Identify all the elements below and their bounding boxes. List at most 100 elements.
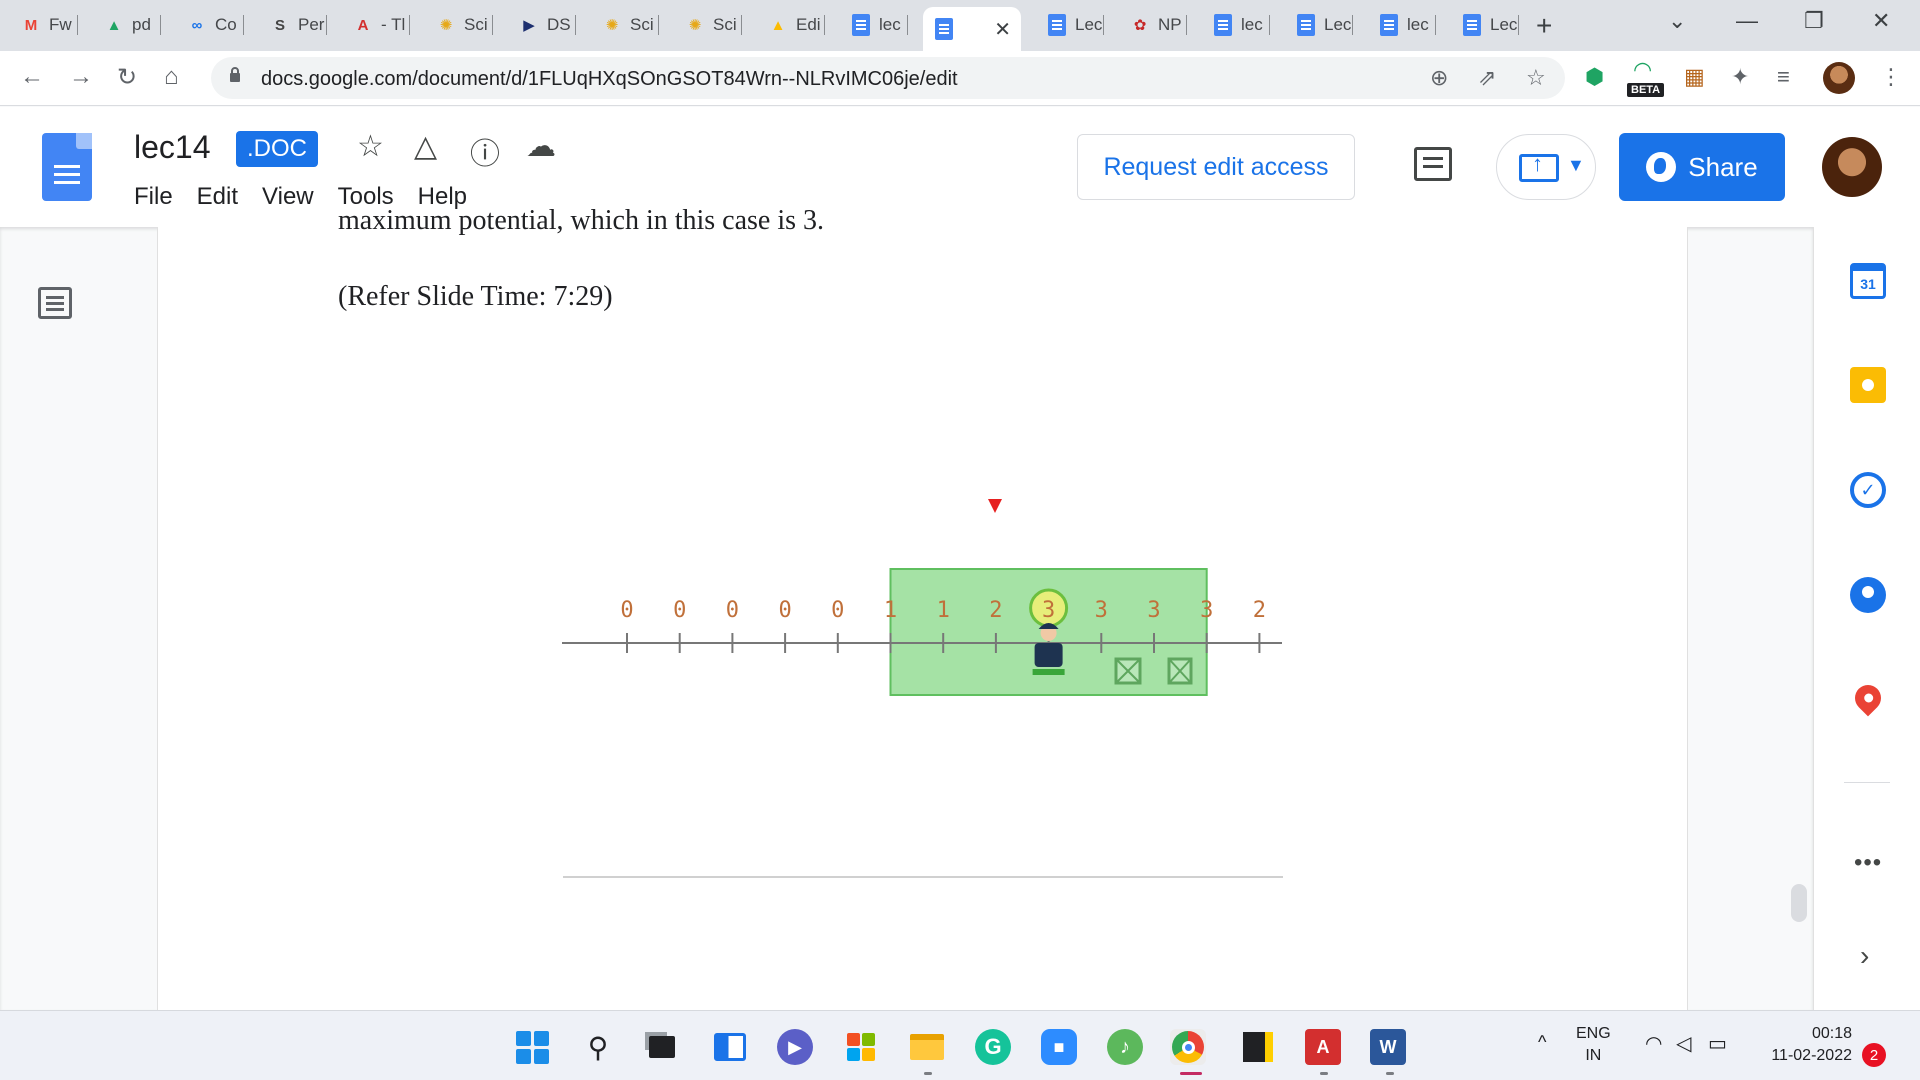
contacts-icon[interactable] bbox=[1850, 577, 1886, 613]
share-page-icon[interactable]: ⇗ bbox=[1478, 65, 1496, 91]
task-view-icon[interactable] bbox=[644, 1029, 680, 1065]
extension-green-icon[interactable]: ⬢ bbox=[1585, 64, 1604, 90]
document-page[interactable]: maximum potential, which in this case is… bbox=[157, 205, 1688, 1010]
document-outline-icon[interactable] bbox=[38, 287, 72, 319]
minimize-icon[interactable]: — bbox=[1736, 8, 1758, 34]
browser-tab[interactable]: ✺ Sci bbox=[674, 8, 742, 42]
grammarly-icon[interactable]: G bbox=[975, 1029, 1011, 1065]
tasks-icon[interactable]: ✓ bbox=[1850, 472, 1886, 508]
tab-label: Sci bbox=[630, 15, 654, 34]
browser-tab[interactable]: lec bbox=[840, 8, 908, 42]
restore-icon[interactable]: ❐ bbox=[1804, 8, 1824, 34]
language-indicator[interactable]: ENG IN bbox=[1576, 1023, 1611, 1067]
lock-icon[interactable] bbox=[229, 67, 241, 82]
calendar-icon[interactable]: 31 bbox=[1850, 263, 1886, 299]
address-bar[interactable]: docs.google.com/document/d/1FLUqHXqSOnGS… bbox=[211, 57, 1565, 99]
browser-tab[interactable]: lec bbox=[1202, 8, 1270, 42]
present-button[interactable]: ▼ bbox=[1496, 134, 1596, 200]
browser-tab[interactable]: ✿ NP bbox=[1119, 8, 1187, 42]
browser-tab[interactable]: A - Tl bbox=[342, 8, 410, 42]
account-avatar[interactable] bbox=[1822, 137, 1882, 197]
menu-file[interactable]: File bbox=[134, 183, 173, 211]
chrome-menu-icon[interactable]: ⋮ bbox=[1880, 64, 1902, 90]
docs-header: lec14 .DOC ☆ △ ⓘ ☁ File Edit View Tools … bbox=[0, 107, 1920, 227]
close-tab-icon[interactable]: ✕ bbox=[994, 17, 1011, 42]
file-explorer-icon[interactable] bbox=[909, 1029, 945, 1065]
browser-tab[interactable]: ∞ Co bbox=[176, 8, 244, 42]
tab-search-icon[interactable]: ⌄ bbox=[1668, 8, 1686, 34]
extension-beta-icon[interactable]: ◠ bbox=[1633, 57, 1652, 83]
app-leaf-icon[interactable]: ♪ bbox=[1107, 1029, 1143, 1065]
reload-icon[interactable]: ↻ bbox=[117, 63, 137, 92]
star-icon[interactable]: ☆ bbox=[357, 129, 384, 164]
sticky-notes-icon[interactable] bbox=[1240, 1029, 1276, 1065]
battery-icon[interactable]: ▭ bbox=[1708, 1033, 1727, 1055]
more-icon[interactable]: ••• bbox=[1854, 849, 1882, 877]
browser-tab[interactable]: M Fw bbox=[10, 8, 78, 42]
chevron-right-icon[interactable]: › bbox=[1860, 940, 1869, 972]
browser-tab[interactable]: ▲ pd bbox=[93, 8, 161, 42]
axis-number: 3 bbox=[1147, 598, 1160, 623]
browser-tab[interactable]: lec bbox=[1368, 8, 1436, 42]
refer-slide-time: (Refer Slide Time: 7:29) bbox=[338, 281, 613, 312]
scrollbar-thumb[interactable] bbox=[1791, 884, 1807, 922]
menu-view[interactable]: View bbox=[262, 183, 314, 211]
bookmark-star-icon[interactable]: ☆ bbox=[1526, 65, 1546, 91]
browser-profile-avatar[interactable] bbox=[1823, 62, 1855, 94]
media-control-icon[interactable]: ≡ bbox=[1777, 64, 1790, 90]
browser-tab[interactable]: Lec bbox=[1036, 8, 1104, 42]
back-icon[interactable]: ← bbox=[20, 63, 44, 91]
browser-tab[interactable]: S Per bbox=[259, 8, 327, 42]
gmail-icon: M bbox=[24, 16, 38, 34]
close-window-icon[interactable]: ✕ bbox=[1872, 8, 1890, 34]
chrome-taskbar-icon[interactable] bbox=[1170, 1029, 1206, 1065]
browser-tab[interactable]: ▶ DS bbox=[508, 8, 576, 42]
axis-number: 3 bbox=[1042, 598, 1055, 623]
forward-icon[interactable]: → bbox=[69, 63, 93, 91]
tab-separator bbox=[326, 15, 327, 35]
clock[interactable]: 00:18 11-02-2022 bbox=[1760, 1023, 1852, 1067]
tab-label: Sci bbox=[464, 15, 488, 34]
tab-separator bbox=[1518, 15, 1519, 35]
notification-badge[interactable]: 2 bbox=[1862, 1043, 1886, 1067]
zoom-icon[interactable]: ⊕ bbox=[1430, 65, 1448, 91]
docs-logo-icon[interactable] bbox=[42, 133, 92, 201]
move-to-drive-icon[interactable]: △ bbox=[414, 129, 437, 164]
search-icon[interactable]: ⚲ bbox=[580, 1029, 616, 1065]
info-icon[interactable]: ⓘ bbox=[470, 129, 500, 173]
browser-tab[interactable]: ▲ Edi bbox=[757, 8, 825, 42]
chevron-down-icon[interactable]: ▼ bbox=[1567, 155, 1585, 176]
tray-overflow-icon[interactable]: ^ bbox=[1538, 1031, 1546, 1053]
url-text[interactable]: docs.google.com/document/d/1FLUqHXqSOnGS… bbox=[261, 68, 958, 91]
browser-tab[interactable]: Lec bbox=[1285, 8, 1353, 42]
word-icon[interactable]: W bbox=[1370, 1029, 1406, 1065]
comment-history-icon[interactable] bbox=[1414, 147, 1452, 181]
menu-edit[interactable]: Edit bbox=[197, 183, 238, 211]
maps-icon[interactable] bbox=[1849, 679, 1887, 717]
acrobat-taskbar-icon[interactable]: A bbox=[1305, 1029, 1341, 1065]
wifi-icon[interactable]: ◠ bbox=[1645, 1033, 1662, 1055]
new-tab-icon[interactable]: + bbox=[1536, 10, 1552, 42]
extensions-puzzle-icon[interactable]: ✦ bbox=[1731, 64, 1749, 90]
browser-tab[interactable]: ✺ Sci bbox=[591, 8, 659, 42]
microsoft-store-icon[interactable] bbox=[843, 1029, 879, 1065]
teams-chat-icon[interactable]: ▶ bbox=[777, 1029, 813, 1065]
browser-tab-active[interactable]: ✕ bbox=[923, 7, 1021, 51]
request-edit-access-button[interactable]: Request edit access bbox=[1077, 134, 1355, 200]
volume-icon[interactable]: ◁ bbox=[1676, 1033, 1691, 1055]
home-icon[interactable]: ⌂ bbox=[164, 63, 179, 91]
extension-brick-icon[interactable]: ▦ bbox=[1684, 64, 1705, 90]
share-button[interactable]: Share bbox=[1619, 133, 1785, 201]
tab-label: Sci bbox=[713, 15, 737, 34]
widgets-icon[interactable] bbox=[712, 1029, 748, 1065]
tab-separator bbox=[575, 15, 576, 35]
browser-tab[interactable]: ✺ Sci bbox=[425, 8, 493, 42]
cloud-status-icon[interactable]: ☁ bbox=[526, 129, 556, 164]
axis-number: 3 bbox=[1200, 598, 1213, 623]
document-title[interactable]: lec14 bbox=[134, 129, 211, 166]
start-icon[interactable] bbox=[514, 1029, 550, 1065]
keep-icon[interactable] bbox=[1850, 367, 1886, 403]
zoom-app-icon[interactable]: ■ bbox=[1041, 1029, 1077, 1065]
browser-tab[interactable]: Lec bbox=[1451, 8, 1519, 42]
docs-icon bbox=[1212, 14, 1234, 36]
